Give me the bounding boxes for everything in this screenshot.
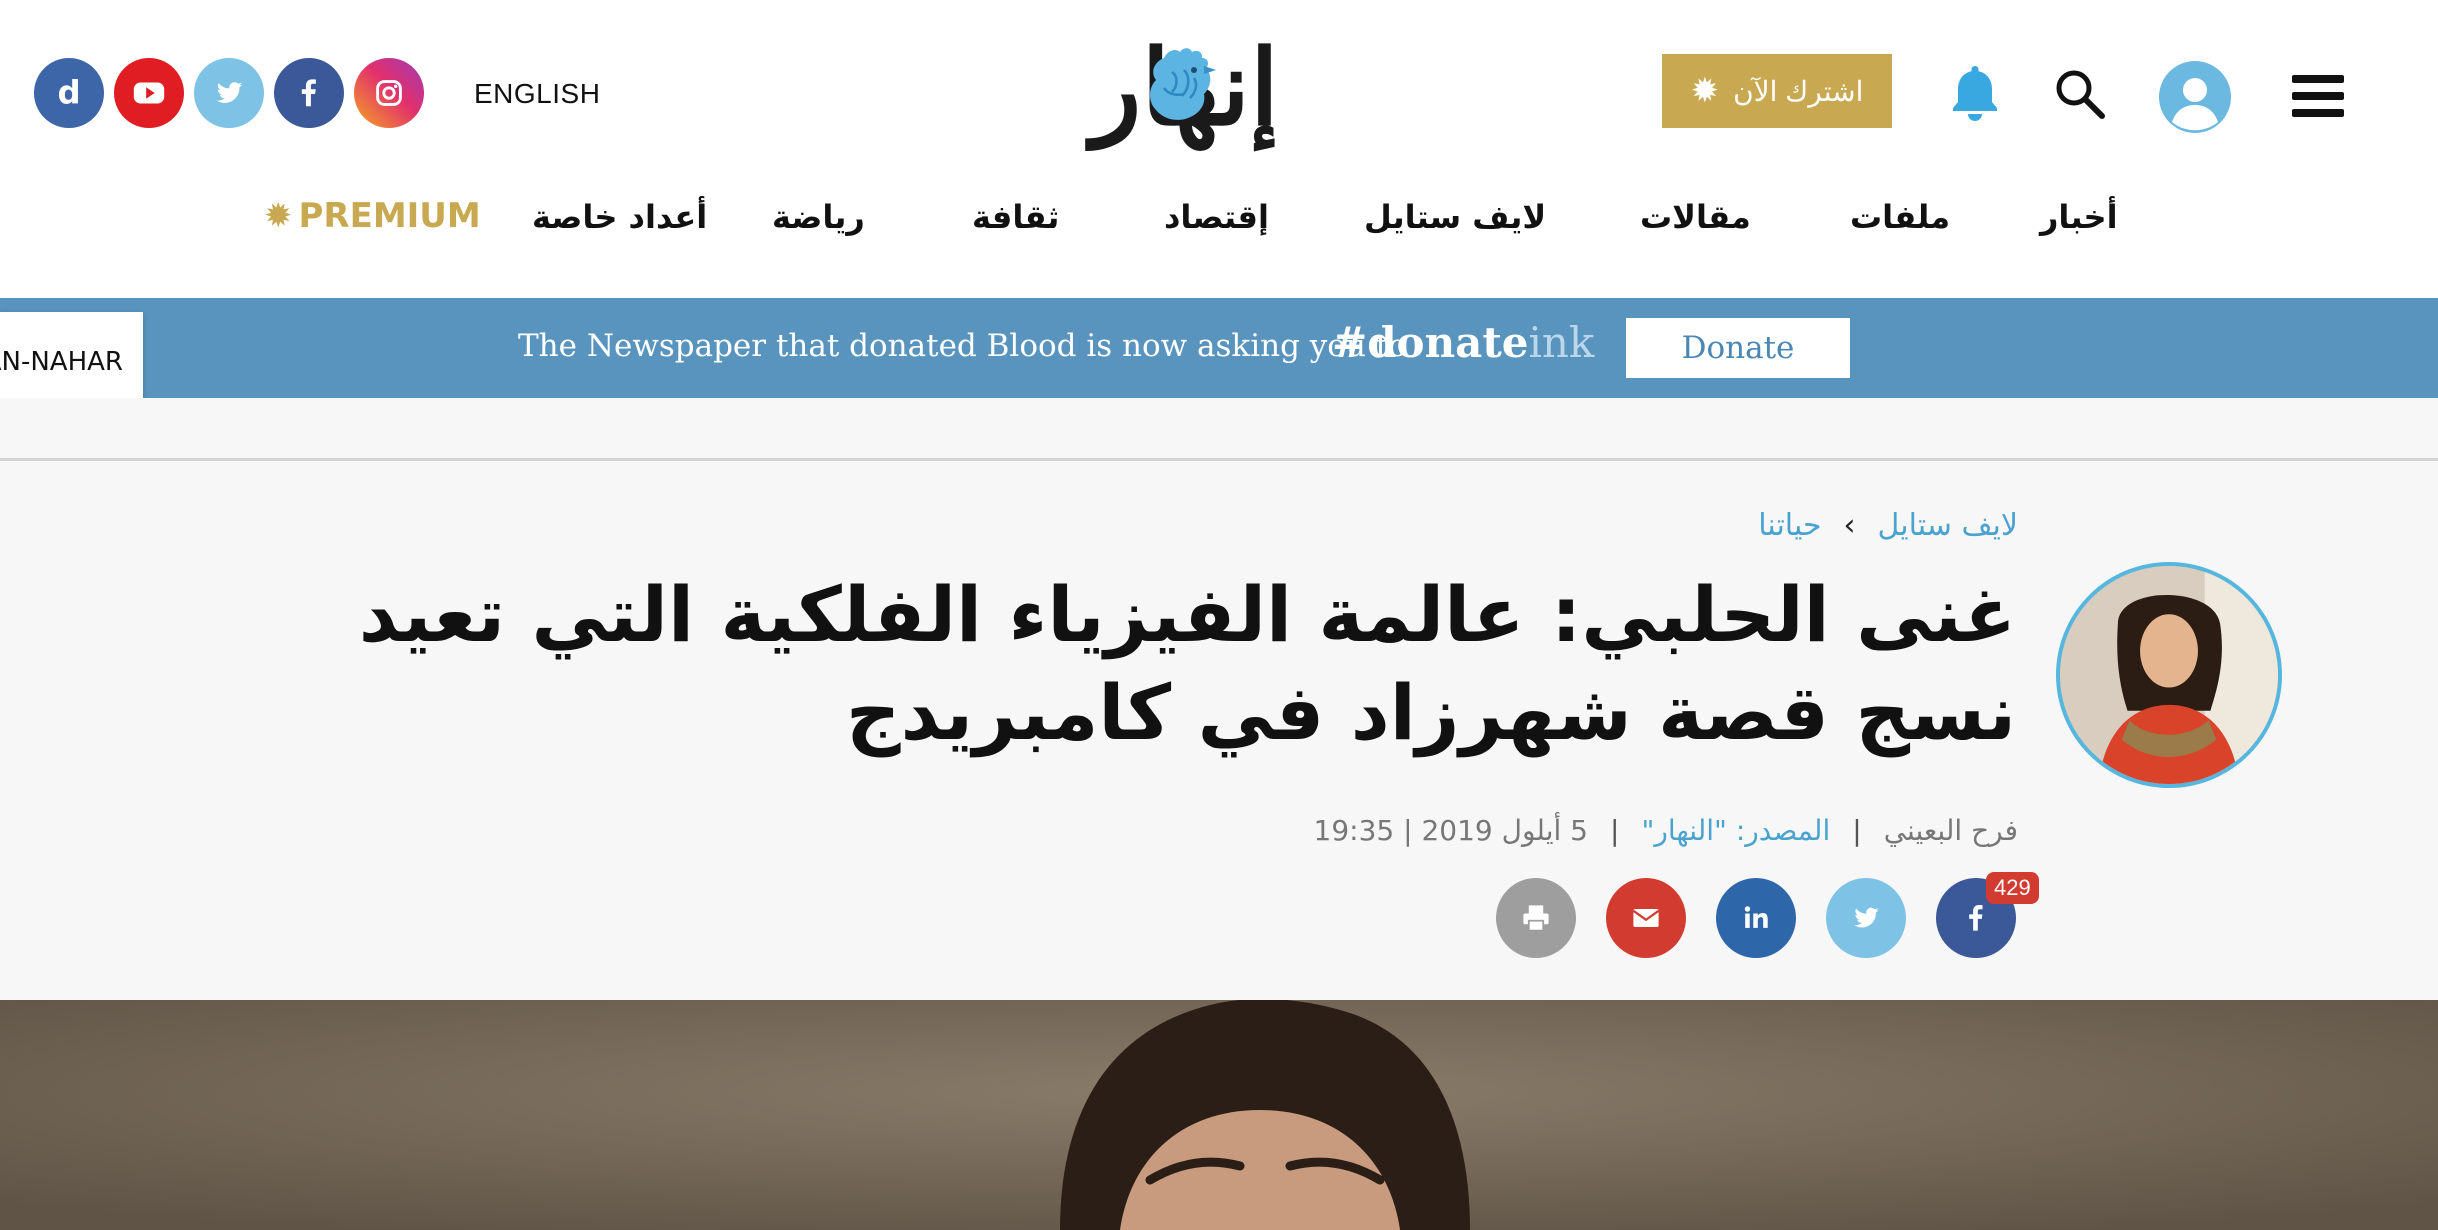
an-nahar-tab[interactable]: AN-NAHAR (0, 312, 143, 412)
meta-separator: | (1610, 814, 1620, 847)
nav-item-lifestyle[interactable]: لايف ستايل (1364, 198, 1546, 236)
nav-item-news[interactable]: أخبار (2040, 198, 2118, 236)
article-date: 5 أيلول 2019 | 19:35 (1313, 814, 1588, 847)
breadcrumb-our-life[interactable]: حياتنا (1758, 508, 1821, 543)
rooster-icon: ✹ (264, 196, 293, 236)
twitter-icon (1854, 907, 1879, 928)
rooster-icon: ✹ (1690, 72, 1720, 110)
premium-link[interactable]: ✹ PREMIUM (264, 196, 481, 236)
site-logo[interactable]: إنهار (1000, 36, 1370, 163)
share-count-badge: 429 (1986, 872, 2039, 904)
meta-separator: | (1852, 814, 1862, 847)
banner-text: The Newspaper that donated Blood is now … (518, 328, 1407, 364)
divider (0, 458, 2438, 461)
rooster-icon (1150, 48, 1216, 120)
donate-button[interactable]: Donate (1626, 318, 1850, 378)
nav-item-culture[interactable]: ثقافة (972, 198, 1059, 236)
d-icon[interactable]: d (34, 58, 104, 128)
article-source: المصدر: "النهار" (1641, 814, 1831, 847)
bell-icon[interactable] (1948, 62, 2002, 124)
breadcrumb: لايف ستايل › حياتنا (1758, 508, 2018, 543)
twitter-icon[interactable] (194, 58, 264, 128)
linkedin-icon (1744, 906, 1768, 928)
nav-item-special-issues[interactable]: أعداد خاصة (532, 198, 707, 236)
breadcrumb-lifestyle[interactable]: لايف ستايل (1878, 508, 2018, 543)
article-meta: فرح البعيني | المصدر: "النهار" | 5 أيلول… (1314, 814, 2018, 847)
chevron-left-icon: › (1843, 508, 1856, 543)
nav-item-economy[interactable]: إقتصاد (1164, 198, 1269, 236)
printer-icon (1523, 905, 1549, 932)
nav-item-articles[interactable]: مقالات (1640, 198, 1751, 236)
share-linkedin-button[interactable] (1716, 878, 1796, 958)
hero-image (0, 1000, 2438, 1230)
donate-ink-tag: #donateink (1332, 318, 1594, 367)
article-headline: غنى الحلبي: عالمة الفيزياء الفلكية التي … (358, 570, 2016, 757)
facebook-icon (1969, 905, 1983, 931)
subscribe-button[interactable]: ✹ اشترك الآن (1662, 54, 1892, 128)
site-header: d ENGLISH إنهار ✹ اشترك الآن (0, 0, 2438, 298)
user-account-icon[interactable] (2158, 60, 2232, 134)
facebook-icon[interactable] (274, 58, 344, 128)
svg-text:d: d (57, 74, 80, 111)
share-twitter-button[interactable] (1826, 878, 1906, 958)
search-icon[interactable] (2052, 66, 2108, 122)
english-link[interactable]: ENGLISH (474, 78, 600, 110)
subscribe-label: اشترك الآن (1733, 75, 1864, 107)
author-name[interactable]: فرح البعيني (1884, 814, 2018, 847)
author-photo-image (2060, 566, 2278, 784)
hero-portrait (0, 1000, 2438, 1230)
nav-item-files[interactable]: ملفات (1850, 198, 1950, 236)
author-avatar[interactable] (2056, 562, 2282, 788)
tag-light: ink (1528, 318, 1595, 367)
hamburger-menu-icon[interactable] (2290, 72, 2346, 120)
instagram-icon[interactable] (354, 58, 424, 128)
nav-item-sports[interactable]: رياضة (772, 198, 865, 236)
youtube-icon[interactable] (114, 58, 184, 128)
tag-bold: #donate (1332, 318, 1529, 367)
print-button[interactable] (1496, 878, 1576, 958)
share-email-button[interactable] (1606, 878, 1686, 958)
envelope-icon (1632, 909, 1660, 927)
premium-label: PREMIUM (298, 196, 481, 236)
